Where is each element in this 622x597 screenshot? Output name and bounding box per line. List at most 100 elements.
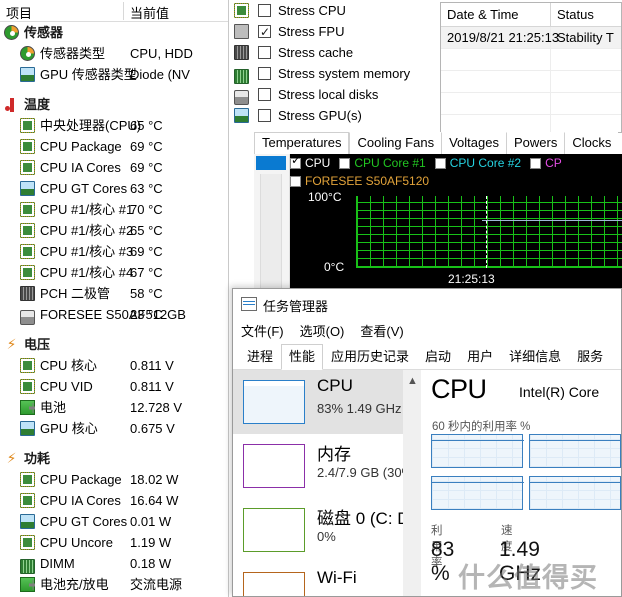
stress-option-row[interactable]: Stress CPU [232,0,435,21]
title-bar: 任务管理器 [233,289,621,320]
tab-label: Cooling Fans [357,135,435,150]
sensor-row[interactable]: CPU #1/核心 #4 67 °C [0,262,228,283]
legend-checkbox[interactable] [290,176,301,187]
sensor-row[interactable]: CPU IA Cores 69 °C [0,157,228,178]
sensor-row[interactable]: CPU Uncore 1.19 W [0,532,228,553]
sensor-group-label: 传感器 [24,25,64,40]
resource-list[interactable]: CPU 83% 1.49 GHz 内存 2.4/7.9 GB (30% 磁盘 0 (C:… [233,370,421,596]
tab-bar[interactable]: 进程 性能 应用历史记录 启动 用户 详细信息 服务 [233,344,621,370]
tab-voltages[interactable]: Voltages [441,132,506,154]
sensor-group-header[interactable]: 传感器 [0,22,228,43]
sensor-row[interactable]: DIMM 0.18 W [0,553,228,574]
tab-启动[interactable]: 启动 [417,344,459,370]
tab-性能[interactable]: 性能 [281,344,324,370]
menu-item[interactable]: 文件(F) [241,320,284,344]
log-row-empty[interactable] [441,93,621,115]
sensor-row[interactable]: CPU #1/核心 #1 70 °C [0,199,228,220]
sensor-label: GPU 核心 [40,421,98,436]
legend-item[interactable]: CP [530,156,562,170]
legend-checkbox[interactable] [339,158,351,169]
sensor-row[interactable]: FORESEE S50AF512GB 23 °C [0,304,228,325]
sensor-value: 69 °C [130,139,163,154]
tab-powers[interactable]: Powers [505,132,565,154]
log-row-empty[interactable] [441,49,621,71]
tab-详细信息[interactable]: 详细信息 [501,344,569,370]
menu-bar[interactable]: 文件(F) 选项(O) 查看(V) [233,320,621,344]
graph-tab-bar[interactable]: Temperatures Cooling Fans Voltages Powers Cl… [254,132,622,176]
menu-item[interactable]: 选项(O) [300,320,345,344]
tab-用户[interactable]: 用户 [459,344,501,370]
gpu-icon [20,514,35,529]
sensor-group-header[interactable]: ⚡ 电压 [0,334,228,355]
tab-服务[interactable]: 服务 [569,344,611,370]
tab-应用历史记录[interactable]: 应用历史记录 [323,344,417,370]
chip-icon [20,493,35,508]
sensor-group-header[interactable]: ⚡ 功耗 [0,448,228,469]
log-row-empty[interactable] [441,71,621,93]
sensor-row[interactable]: CPU GT Cores 63 °C [0,178,228,199]
stress-option-row[interactable]: Stress system memory [232,63,435,84]
tab-temperatures[interactable]: Temperatures [254,132,350,154]
sensor-row[interactable]: 传感器类型 CPU, HDD [0,43,228,64]
tab-进程[interactable]: 进程 [239,344,281,370]
sensor-row[interactable]: CPU VID 0.811 V [0,376,228,397]
stress-option-row[interactable]: Stress cache [232,42,435,63]
log-row[interactable]: 2019/8/21 21:25:13 Stability T [441,27,621,49]
tab-clocks[interactable]: Clocks [564,132,619,154]
sensor-row[interactable]: CPU #1/核心 #3 69 °C [0,241,228,262]
sensor-row[interactable]: CPU #1/核心 #2 65 °C [0,220,228,241]
legend-item[interactable]: CPU [290,154,330,170]
tab-cooling-fans[interactable]: Cooling Fans [349,132,442,154]
sensor-row[interactable]: GPU 核心 0.675 V [0,418,228,439]
chevron-up-icon[interactable]: ▲ [407,375,418,387]
legend-checkbox[interactable] [530,158,542,169]
chip-icon [20,379,35,394]
column-header-current: 当前值 [130,6,170,21]
legend-item[interactable]: CPU Core #2 [434,156,521,170]
graph-scrollbar[interactable] [254,154,290,295]
stress-option-row[interactable]: Stress GPU(s) [232,105,435,126]
sensor-row[interactable]: PCH 二极管 58 °C [0,283,228,304]
sensor-row[interactable]: 中央处理器(CPU) 65 °C [0,115,228,136]
resource-item[interactable]: 磁盘 0 (C: D: 0% [233,498,421,562]
battery-icon [20,400,35,415]
chart-legend[interactable]: CPU CPU Core #1 CPU Core #2 CP [290,154,622,170]
sensor-row[interactable]: 电池 12.728 V [0,397,228,418]
stress-checkbox[interactable] [258,22,271,43]
stress-checkbox[interactable] [258,109,271,122]
scrollbar-track[interactable] [260,174,282,292]
sensor-row[interactable]: CPU Package 69 °C [0,136,228,157]
log-row-empty[interactable] [441,115,621,132]
sensor-row[interactable]: CPU 核心 0.811 V [0,355,228,376]
stress-options-panel[interactable]: Stress CPU Stress FPU Stress cache Stress s… [232,0,435,133]
stress-checkbox[interactable] [258,67,271,80]
stress-checkbox[interactable] [258,4,271,17]
stress-option-row[interactable]: Stress FPU [232,21,435,43]
legend-item[interactable]: CPU Core #1 [339,156,426,170]
resource-name: CPU [317,376,353,395]
stability-log-table[interactable]: Date & Time Status 2019/8/21 21:25:13 Sta… [440,2,622,133]
legend-item[interactable]: FORESEE S50AF5120 [290,174,429,188]
resource-item[interactable]: 内存 2.4/7.9 GB (30% [233,434,421,498]
sensor-value: 1.19 W [130,535,172,550]
sensor-value: 23 °C [130,307,163,322]
menu-item[interactable]: 查看(V) [360,320,403,344]
chart-legend-row2[interactable]: FORESEE S50AF5120 [290,174,622,188]
resource-item[interactable]: CPU 83% 1.49 GHz [233,370,421,434]
sensor-group-header[interactable]: 温度 [0,94,228,115]
sensor-tree-panel[interactable]: 项目 当前值 传感器 传感器类型 CPU, HDD GPU 传感器类型 Diode (N… [0,0,228,597]
tab-label: Clocks [572,135,612,150]
sensor-row[interactable]: GPU 传感器类型 Diode (NV [0,64,228,85]
resource-item[interactable]: Wi-Fi WLAN [233,562,421,596]
stress-option-row[interactable]: Stress local disks [232,84,435,105]
scrollbar-thumb[interactable] [256,156,286,170]
stress-checkbox[interactable] [258,46,271,59]
legend-checkbox[interactable] [290,154,301,169]
sensor-row[interactable]: CPU GT Cores 0.01 W [0,511,228,532]
legend-checkbox[interactable] [434,158,446,169]
resource-list-scrollbar[interactable]: ▲ [403,370,421,596]
sensor-row[interactable]: CPU Package 18.02 W [0,469,228,490]
stress-checkbox[interactable] [258,88,271,101]
sensor-row[interactable]: 电池充/放电 交流电源 [0,574,228,595]
sensor-row[interactable]: CPU IA Cores 16.64 W [0,490,228,511]
